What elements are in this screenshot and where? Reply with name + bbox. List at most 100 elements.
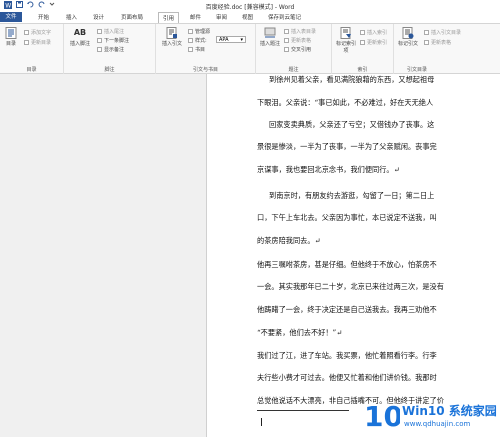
bibliography-icon: [188, 47, 193, 52]
insert-footnote-button[interactable]: AB 插入脚注: [67, 27, 93, 47]
bibliography-button[interactable]: 书目: [188, 46, 205, 53]
insert-authorities-label: 插入引文目录: [431, 30, 462, 36]
style-select-value: APA: [219, 37, 229, 43]
tab-cloud-notes[interactable]: 保存到云笔记: [268, 13, 301, 21]
footnote-ab-icon: AB: [73, 28, 87, 37]
style-label: 样式:: [195, 38, 207, 44]
document-line: 下眼泪。父亲说：“事已如此，不必难过，好在天无绝人: [257, 98, 434, 107]
add-text-button[interactable]: 添加文字: [24, 29, 51, 36]
update-table-button[interactable]: 更新表格: [284, 37, 311, 44]
mark-entry-label: 标记索引项: [335, 41, 356, 54]
tab-file[interactable]: 文件: [0, 12, 22, 22]
footnote-group-label: 脚注: [104, 67, 115, 73]
insert-authorities-icon: [424, 30, 429, 35]
title-bar: W 百度经验.doc [兼容模式] - Word: [0, 0, 500, 12]
mark-citation-label: 标记引文: [397, 41, 418, 47]
toc-button[interactable]: 目录: [2, 27, 20, 47]
update-table-icon: [284, 38, 289, 43]
mark-citation-button[interactable]: 标记引文: [396, 27, 420, 47]
insert-index-button[interactable]: 插入索引: [360, 29, 387, 36]
svg-text:10: 10: [364, 400, 400, 430]
show-notes-icon: [97, 47, 102, 52]
update-toc-button[interactable]: 更新目录: [24, 39, 51, 46]
manage-sources-label: 管理源: [195, 29, 211, 35]
document-workspace: 到徐州见着父亲，看见满院狼藉的东西，又想起祖母下眼泪。父亲说：“事已如此，不必难…: [0, 74, 500, 437]
citation-icon: [166, 27, 177, 39]
insert-footnote-label: 插入脚注: [69, 41, 90, 47]
caption-group-label: 题注: [288, 67, 299, 73]
document-line: 回家变卖典质，父亲还了亏空；又借钱办了丧事。这: [269, 120, 435, 129]
insert-table-figures-label: 插入表目录: [291, 29, 317, 35]
update-index-icon: [360, 40, 365, 45]
manage-sources-icon: [188, 29, 193, 34]
tab-view[interactable]: 视图: [242, 13, 253, 21]
next-footnote-button[interactable]: 下一条脚注: [97, 37, 129, 44]
tab-mailings[interactable]: 邮件: [190, 13, 201, 21]
update-index-button[interactable]: 更新索引: [360, 39, 387, 46]
show-notes-button[interactable]: 显示备注: [97, 46, 124, 53]
footnote-group: AB 插入脚注 插入尾注 下一条脚注 显示备注 脚注: [64, 24, 156, 74]
insert-endnote-button[interactable]: 插入尾注: [97, 28, 124, 35]
show-notes-label: 显示备注: [104, 47, 125, 53]
insert-authorities-button[interactable]: 插入引文目录: [424, 29, 461, 36]
cross-reference-button[interactable]: 交叉引用: [284, 46, 311, 53]
tab-home[interactable]: 开始: [38, 13, 49, 21]
citation-group: 插入引文 管理源 样式: APA ▾ 书目 引文与书目: [156, 24, 256, 74]
mark-entry-button[interactable]: 标记索引项: [334, 27, 358, 54]
update-authorities-icon: [424, 40, 429, 45]
mark-citation-icon: [402, 27, 414, 39]
footnote-separator: [257, 410, 349, 411]
toc-group: 目录 添加文字 更新目录 目录: [0, 24, 64, 74]
cross-reference-icon: [284, 47, 289, 52]
toc-label: 目录: [5, 41, 16, 47]
document-line: 口，下午上车北去。父亲因为事忙，本已说定不送我，叫: [257, 213, 437, 222]
index-group-label: 索引: [357, 67, 368, 73]
style-select[interactable]: APA ▾: [216, 36, 246, 43]
update-toc-label: 更新目录: [31, 40, 52, 46]
tab-insert[interactable]: 插入: [66, 13, 77, 21]
endnote-icon: [97, 29, 102, 34]
add-text-label: 添加文字: [31, 30, 52, 36]
insert-caption-label: 插入题注: [259, 41, 280, 47]
table-figures-icon: [284, 29, 289, 34]
caption-group: 插入题注 插入表目录 更新表格 交叉引用 题注: [256, 24, 332, 74]
document-line: 景很是惨淡，一半为了丧事，一半为了父亲赋闲。丧事完: [257, 142, 437, 151]
add-text-icon: [24, 30, 29, 35]
insert-caption-button[interactable]: 插入题注: [258, 27, 282, 47]
document-line: 夫行些小费才可过去。他便又忙着和他们讲价钱。我那时: [257, 373, 437, 382]
document-line: 他再三嘱咐茶房，甚是仔细。但他终于不放心，怕茶房不: [257, 260, 437, 269]
document-line: “不要紧，他们去不好！”↵: [257, 328, 343, 337]
caption-icon: [264, 27, 276, 38]
tab-layout[interactable]: 页面布局: [121, 13, 143, 21]
document-line: 到南京时，有朋友约去游逛，勾留了一日；第二日上: [269, 191, 435, 200]
bibliography-label: 书目: [195, 47, 206, 53]
tab-review[interactable]: 审阅: [216, 13, 227, 21]
document-line: 我们过了江，进了车站。我买票，他忙着照看行李。行李: [257, 351, 437, 360]
insert-index-icon: [360, 30, 365, 35]
document-line: 京谋事，我也要回北京念书，我们便同行。↵: [257, 165, 400, 174]
document-title: 百度经验.doc [兼容模式] - Word: [205, 4, 295, 11]
document-line: 一会。其实我那年已二十岁，北京已来往过两三次，是没有: [257, 282, 444, 291]
tab-design[interactable]: 设计: [93, 13, 104, 21]
document-line: 到徐州见着父亲，看见满院狼藉的东西，又想起祖母: [269, 75, 435, 84]
watermark: 10 Win10 系统家园 www.qdhuajin.com: [364, 396, 498, 434]
update-table-label: 更新表格: [291, 38, 312, 44]
insert-endnote-label: 插入尾注: [104, 29, 125, 35]
tab-references[interactable]: 引用: [158, 12, 180, 23]
next-footnote-icon: [97, 38, 102, 43]
style-icon: [188, 38, 193, 43]
document-line: 他踌躇了一会，终于决定还是自己送我去。我再三劝他不: [257, 305, 437, 314]
update-authorities-label: 更新表格: [431, 40, 452, 46]
insert-table-figures-button[interactable]: 插入表目录: [284, 28, 316, 35]
style-label-wrap: 样式:: [188, 37, 207, 44]
document-page[interactable]: 到徐州见着父亲，看见满院狼藉的东西，又想起祖母下眼泪。父亲说：“事已如此，不必难…: [206, 74, 500, 437]
next-footnote-label: 下一条脚注: [104, 38, 130, 44]
win10-logo-icon: 10: [364, 400, 400, 430]
document-line: 的茶房陪我同去。↵: [257, 236, 321, 245]
update-authorities-button[interactable]: 更新表格: [424, 39, 451, 46]
ribbon-tabs: 文件 开始 插入 设计 页面布局 引用 邮件 审阅 视图 保存到云笔记: [0, 12, 500, 23]
insert-citation-button[interactable]: 插入引文: [159, 27, 185, 47]
authorities-group: 标记引文 插入引文目录 更新表格 引文目录: [394, 24, 500, 74]
manage-sources-button[interactable]: 管理源: [188, 28, 210, 35]
cross-reference-label: 交叉引用: [291, 47, 312, 53]
